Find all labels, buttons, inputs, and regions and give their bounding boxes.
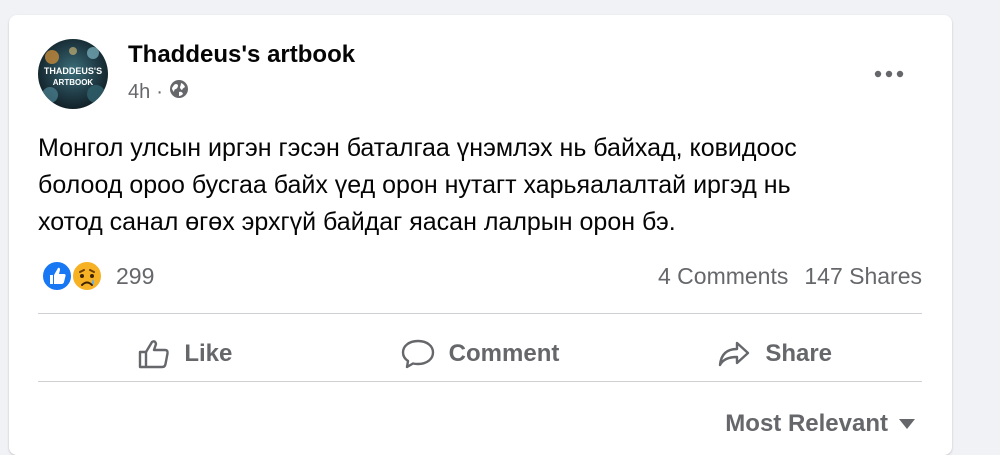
post-actions-bar: Like Comment Share (38, 327, 922, 381)
post-time[interactable]: 4h (128, 81, 150, 104)
comment-button[interactable]: Comment (333, 327, 628, 381)
author-avatar[interactable]: THADDEUS'S ARTBOOK (38, 39, 108, 109)
globe-icon[interactable] (169, 79, 189, 105)
more-options-icon[interactable] (867, 59, 911, 89)
share-button[interactable]: Share (627, 327, 922, 381)
comments-sort-dropdown[interactable]: Most Relevant (725, 410, 916, 438)
post-text: Монгол улсын иргэн гэсэн баталгаа үнэмлэ… (38, 130, 938, 241)
avatar-logo-text-1: THADDEUS'S (44, 66, 102, 76)
like-button[interactable]: Like (38, 327, 333, 381)
comments-sort-label: Most Relevant (725, 410, 888, 437)
comment-label: Comment (448, 340, 560, 367)
like-label: Like (184, 340, 233, 367)
post-meta: 4h · (128, 79, 189, 105)
share-arrow-icon (719, 341, 750, 367)
sad-reaction-icon (71, 260, 103, 292)
post-stats: 4 Comments 147 Shares (658, 263, 922, 290)
share-label: Share (765, 340, 833, 367)
reactions-summary[interactable]: 299 (40, 259, 154, 293)
comments-count-link[interactable]: 4 Comments (658, 263, 788, 290)
thumbs-up-icon (139, 340, 170, 369)
meta-separator: · (156, 80, 163, 103)
post-text-line: болоод ороо бусгаа байх үед орон нутагт … (38, 171, 791, 199)
divider (38, 313, 922, 314)
reaction-count: 299 (116, 262, 155, 289)
avatar-logo-text-2: ARTBOOK (53, 78, 94, 87)
post-card: THADDEUS'S ARTBOOK Thaddeus's artbook 4h… (9, 15, 952, 455)
divider (38, 381, 922, 382)
caret-down-icon (899, 419, 915, 429)
like-reaction-icon (41, 260, 73, 292)
author-name[interactable]: Thaddeus's artbook (128, 41, 355, 69)
shares-count-link[interactable]: 147 Shares (804, 263, 922, 290)
post-text-line: хотод санал өгөх эрхгүй байдаг яасан лал… (38, 208, 676, 236)
post-text-line: Монгол улсын иргэн гэсэн баталгаа үнэмлэ… (38, 134, 797, 162)
comment-bubble-icon (401, 339, 434, 369)
